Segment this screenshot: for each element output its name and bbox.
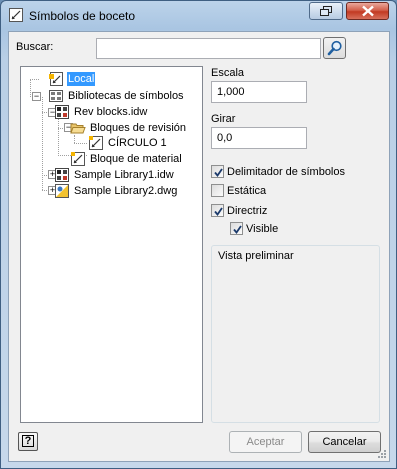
tree-label-rev-blocks: Rev blocks.idw xyxy=(74,106,148,118)
tree-item-sample2[interactable]: Sample Library2.dwg xyxy=(54,183,178,199)
ok-button[interactable]: Aceptar xyxy=(229,431,302,453)
static-label: Estática xyxy=(227,184,267,197)
dwg-document-icon xyxy=(55,184,69,198)
sketch-symbol-icon xyxy=(89,136,103,150)
search-button[interactable] xyxy=(323,37,346,59)
idw-document-icon xyxy=(55,168,69,182)
tree-item-rev-blocks[interactable]: Rev blocks.idw xyxy=(54,104,148,120)
library-icon xyxy=(49,90,63,102)
tree-item-material-block[interactable]: Bloque de material xyxy=(70,151,183,167)
tree-label-material-block: Bloque de material xyxy=(90,153,182,165)
preview-panel: Vista preliminar xyxy=(211,245,380,423)
tree-item-sample1[interactable]: Sample Library1.idw xyxy=(54,167,175,183)
sketch-symbol-icon xyxy=(71,152,85,166)
help-icon: ? xyxy=(22,435,34,447)
tree-item-revision-blocks[interactable]: Bloques de revisión xyxy=(70,120,187,136)
folder-open-icon xyxy=(70,123,86,134)
expander-libraries[interactable]: − xyxy=(32,92,41,101)
checkbox-box xyxy=(211,184,224,197)
resize-grip-icon[interactable] xyxy=(377,449,387,459)
tree-item-circle[interactable]: CÍRCULO 1 xyxy=(88,135,168,151)
restore-button[interactable] xyxy=(309,2,343,20)
dialog-window: Símbolos de boceto Buscar: − − − + + Loc… xyxy=(0,0,397,469)
symbol-clipping-checkbox[interactable]: Delimitador de símbolos xyxy=(211,165,345,178)
checkbox-box xyxy=(211,165,224,178)
dialog-body: Buscar: − − − + + Local Bibliotecas de s… xyxy=(8,31,390,462)
magnifier-icon xyxy=(327,40,342,56)
leader-label: Directriz xyxy=(227,204,268,217)
rotate-label: Girar xyxy=(211,113,236,125)
local-symbol-icon xyxy=(49,72,63,86)
visible-label: Visible xyxy=(246,222,279,235)
symbol-tree[interactable]: − − − + + Local Bibliotecas de símbolos … xyxy=(20,66,203,423)
cancel-button[interactable]: Cancelar xyxy=(308,431,381,453)
leader-checkbox[interactable]: Directriz xyxy=(211,204,267,217)
scale-label: Escala xyxy=(211,67,245,79)
search-input[interactable] xyxy=(96,38,321,59)
title-bar[interactable]: Símbolos de boceto xyxy=(1,1,396,31)
window-title: Símbolos de boceto xyxy=(29,9,136,23)
help-button[interactable]: ? xyxy=(18,432,38,451)
tree-label-circle: CÍRCULO 1 xyxy=(108,137,167,149)
tree-item-libraries[interactable]: Bibliotecas de símbolos xyxy=(48,88,185,104)
search-label: Buscar: xyxy=(16,41,54,53)
restore-icon xyxy=(320,6,332,16)
checkmark-icon xyxy=(233,225,242,234)
close-button[interactable] xyxy=(346,2,389,20)
checkmark-icon xyxy=(214,168,223,177)
tree-label-revision-blocks: Bloques de revisión xyxy=(90,122,187,134)
tree-item-local[interactable]: Local xyxy=(48,71,96,87)
tree-label-local: Local xyxy=(67,72,96,86)
rotate-input[interactable] xyxy=(211,127,307,149)
static-checkbox[interactable]: Estática xyxy=(211,184,266,197)
checkbox-box xyxy=(230,222,243,235)
visible-checkbox[interactable]: Visible xyxy=(230,222,278,235)
tree-label-libraries: Bibliotecas de símbolos xyxy=(68,90,184,102)
symbol-clipping-label: Delimitador de símbolos xyxy=(227,165,345,178)
preview-label: Vista preliminar xyxy=(218,250,294,262)
idw-document-icon xyxy=(55,105,69,119)
close-icon xyxy=(361,5,374,17)
sketch-symbol-icon xyxy=(9,8,23,22)
checkbox-box xyxy=(211,204,224,217)
checkmark-icon xyxy=(214,207,223,216)
tree-label-sample1: Sample Library1.idw xyxy=(74,169,174,181)
tree-label-sample2: Sample Library2.dwg xyxy=(74,185,178,197)
scale-input[interactable] xyxy=(211,81,307,103)
